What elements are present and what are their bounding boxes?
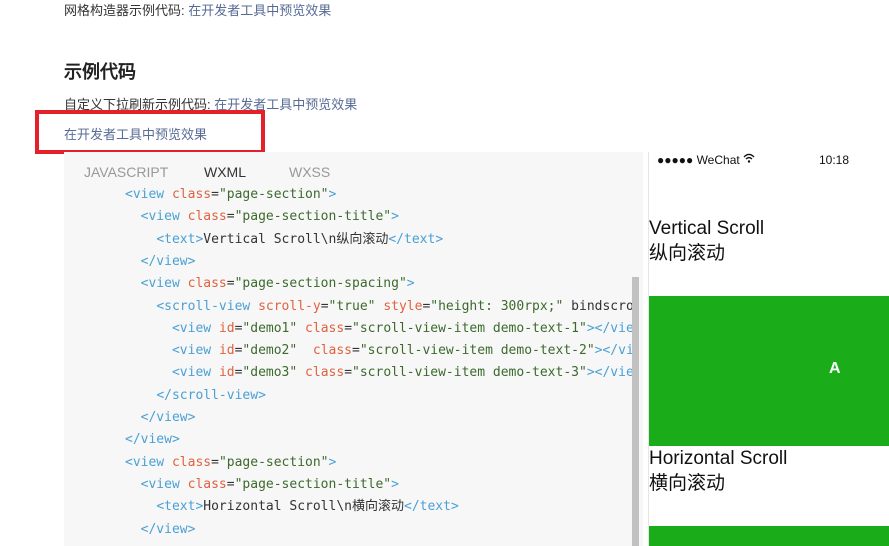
code-line: <view id="demo2" class="scroll-view-item… <box>171 343 632 359</box>
horizontal-scroll-item[interactable] <box>649 526 889 546</box>
tab-javascript[interactable]: JAVASCRIPT <box>84 164 168 180</box>
section-heading: 示例代码 <box>64 62 136 82</box>
highlight-box <box>35 110 265 154</box>
code-line: </view> <box>140 253 196 269</box>
code-scrollbar[interactable] <box>632 277 639 546</box>
code-viewer[interactable]: <view class="page-section"> <view class=… <box>64 188 632 546</box>
code-line: <scroll-view scroll-y="true" style="heig… <box>156 298 632 314</box>
code-line: <view class="page-section-title"> <box>140 209 399 225</box>
vertical-scroll-subtitle: 纵向滚动 <box>649 243 726 264</box>
carrier-label: ●●●●● WeChat <box>657 153 740 167</box>
status-bar: ●●●●● WeChat 10:18 <box>649 152 889 170</box>
grid-example-line: 网格构造器示例代码: 在开发者工具中预览效果 <box>64 0 331 19</box>
code-line: </view> <box>140 410 196 425</box>
phone-preview: ●●●●● WeChat 10:18 Vertical Scroll 纵向滚动 … <box>648 152 889 546</box>
grid-preview-link[interactable]: 在开发者工具中预览效果 <box>188 3 331 18</box>
grid-example-label: 网格构造器示例代码: <box>64 3 189 18</box>
code-panel: JAVASCRIPT WXML WXSS <view class="page-s… <box>64 152 643 546</box>
scroll-view-item-a[interactable]: A <box>649 296 889 446</box>
code-line: <view class="page-section"> <box>125 188 337 202</box>
clock: 10:18 <box>819 153 850 167</box>
code-line: <view class="page-section-spacing"> <box>140 276 415 292</box>
code-line: </view> <box>125 432 180 448</box>
tab-wxml[interactable]: WXML <box>204 164 246 180</box>
tab-wxss[interactable]: WXSS <box>289 164 330 180</box>
code-line: </scroll-view> <box>156 387 266 403</box>
wifi-icon <box>743 152 755 167</box>
code-line: </view> <box>140 521 196 537</box>
code-tabs: JAVASCRIPT WXML WXSS <box>64 152 643 192</box>
horizontal-scroll-subtitle: 横向滚动 <box>649 473 726 494</box>
code-line: <view id="demo1" class="scroll-view-item… <box>171 320 632 336</box>
scroll-item-label: A <box>829 360 841 377</box>
code-line: <view id="demo3" class="scroll-view-item… <box>171 365 632 381</box>
vertical-scroll-title: Vertical Scroll <box>649 218 765 239</box>
code-line: <text>Vertical Scroll\n纵向滚动</text> <box>156 231 444 247</box>
horizontal-scroll-title: Horizontal Scroll <box>649 448 788 469</box>
code-line: <text>Horizontal Scroll\n横向滚动</text> <box>156 499 459 515</box>
code-line: <view class="page-section"> <box>125 454 337 470</box>
code-line: <view class="page-section-title"> <box>140 476 399 492</box>
